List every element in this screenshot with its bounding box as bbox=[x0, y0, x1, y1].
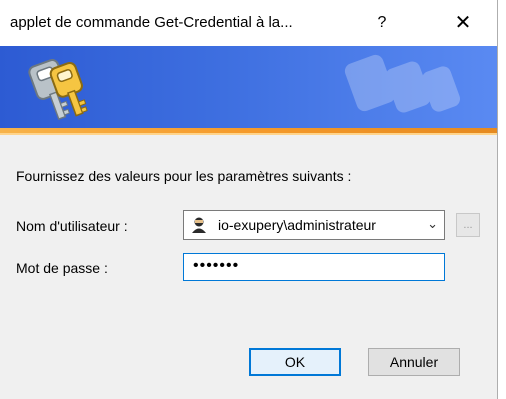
close-button[interactable]: ✕ bbox=[447, 8, 479, 38]
watermark-keys-icon bbox=[344, 54, 461, 113]
username-value: io-exupery\administrateur bbox=[218, 217, 376, 233]
username-label: Nom d'utilisateur : bbox=[16, 218, 128, 234]
banner-accent-line bbox=[0, 133, 497, 135]
password-mask: ••••••• bbox=[193, 257, 240, 274]
banner bbox=[0, 46, 497, 128]
ok-button[interactable]: OK bbox=[249, 348, 341, 376]
title-bar: applet de commande Get-Credential à la..… bbox=[0, 0, 497, 46]
help-button[interactable]: ? bbox=[370, 12, 394, 34]
username-combobox[interactable]: io-exupery\administrateur ⌄ bbox=[183, 210, 445, 240]
credential-dialog: applet de commande Get-Credential à la..… bbox=[0, 0, 498, 399]
window-title: applet de commande Get-Credential à la..… bbox=[10, 14, 293, 31]
chevron-down-icon[interactable]: ⌄ bbox=[427, 216, 438, 232]
user-icon bbox=[192, 217, 206, 233]
instructions-text: Fournissez des valeurs pour les paramètr… bbox=[16, 168, 352, 184]
password-label: Mot de passe : bbox=[16, 260, 108, 276]
background-window-edge bbox=[499, 0, 506, 399]
cancel-button[interactable]: Annuler bbox=[368, 348, 460, 376]
keys-icon bbox=[28, 59, 88, 121]
browse-users-button[interactable]: ... bbox=[456, 213, 480, 237]
password-field[interactable]: ••••••• bbox=[183, 253, 445, 281]
